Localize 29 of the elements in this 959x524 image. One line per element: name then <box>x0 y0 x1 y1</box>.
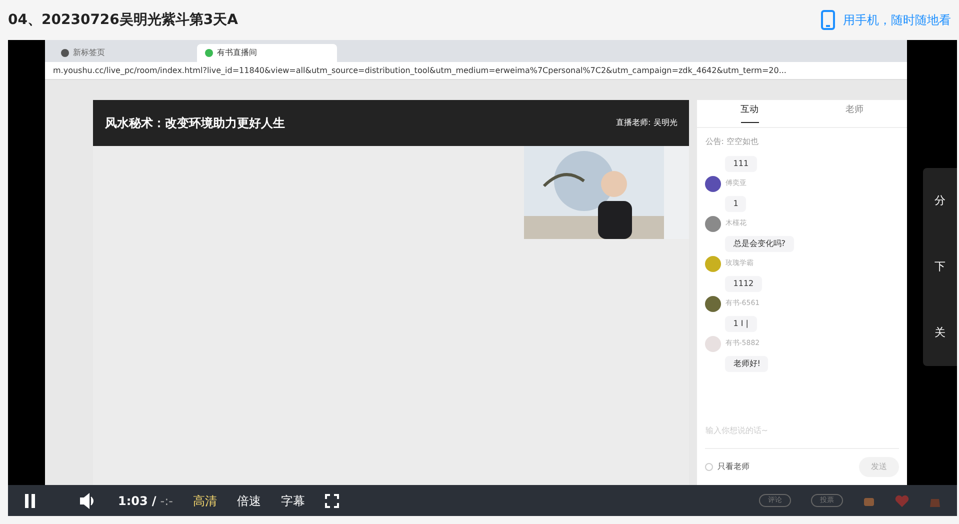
quality-button[interactable]: 高清 <box>192 492 217 510</box>
side-panel-label: 关 <box>934 324 946 341</box>
host-label: 直播老师: 吴明光 <box>616 117 678 129</box>
chat-message: 1 <box>725 196 746 212</box>
fullscreen-icon[interactable] <box>324 494 339 508</box>
chat-message: 老师好! <box>725 356 768 372</box>
notice-text: 公告: 空空如也 <box>704 136 760 148</box>
pause-icon[interactable] <box>24 494 36 508</box>
live-title: 风水秘术：改变环境助力更好人生 <box>105 115 285 132</box>
chat-message: 1 I | <box>725 316 756 332</box>
side-panel-label: 下 <box>934 258 946 275</box>
current-time: 1:03 <box>118 492 148 510</box>
chat-message: 1112 <box>725 276 762 292</box>
browser-tab[interactable]: 有书直播间 <box>197 44 337 62</box>
teacher-only-label: 只看老师 <box>717 461 750 473</box>
side-panel-label: 分 <box>934 192 946 209</box>
chat-tab[interactable]: 互动 <box>740 104 759 122</box>
chat-tab[interactable]: 老师 <box>846 104 864 122</box>
time-separator: / <box>152 492 156 510</box>
speed-button[interactable]: 倍速 <box>236 492 261 510</box>
heart-icon[interactable] <box>895 494 909 506</box>
teacher-only-checkbox[interactable] <box>705 463 714 471</box>
chat-message: 111 <box>725 156 757 172</box>
browser-tab[interactable]: 新标签页 <box>53 44 193 62</box>
chat-message: 总是会变化吗? <box>725 236 794 252</box>
duration: -:- <box>160 492 173 510</box>
page-title: 04、20230726吴明光紫斗第3天A <box>8 10 238 30</box>
phone-icon <box>821 10 835 30</box>
subtitle-button[interactable]: 字幕 <box>280 492 305 510</box>
